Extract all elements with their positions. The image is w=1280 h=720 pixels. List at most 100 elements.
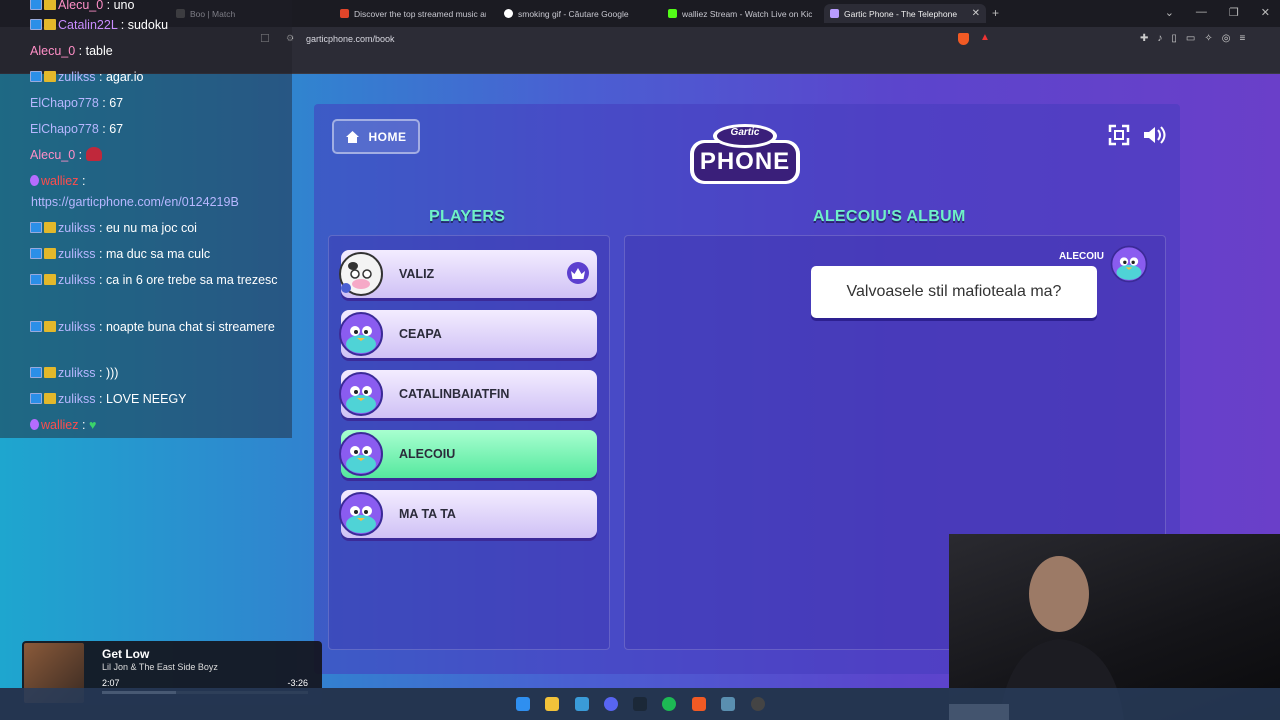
blue-badge-icon xyxy=(30,19,42,30)
crown-icon xyxy=(567,262,589,284)
chat-separator: : xyxy=(95,392,106,406)
player-name: CATALINBAIATFIN xyxy=(399,387,510,401)
player-card-ceapa: CEAPA xyxy=(339,310,597,358)
heart-icon: ♥ xyxy=(88,418,97,432)
windows-start-icon[interactable] xyxy=(516,697,530,711)
gold-badge-icon xyxy=(44,71,56,82)
obs-icon[interactable] xyxy=(751,697,765,711)
chat-username: Alecu_0 xyxy=(30,44,76,58)
song-title: Get Low xyxy=(102,647,150,661)
close-window-icon[interactable]: ✕ xyxy=(1261,6,1270,19)
tab-gartic[interactable]: Gartic Phone - The Telephone ✕ xyxy=(824,4,986,23)
chat-username: walliez xyxy=(41,418,79,432)
song-remaining: -3:26 xyxy=(287,678,308,688)
url-field[interactable]: garticphone.com/book xyxy=(306,34,395,44)
sidebar-icon[interactable]: ▯ xyxy=(1171,33,1177,44)
discord-icon[interactable] xyxy=(604,697,618,711)
player-name: MA TA TA xyxy=(399,507,456,521)
blue-badge-icon xyxy=(30,367,42,378)
sentence-bubble: Valvoasele stil mafioteala ma? xyxy=(811,266,1097,318)
bird-avatar-icon xyxy=(339,492,383,536)
player-name: ALECOIU xyxy=(399,447,456,461)
players-title: PLAYERS xyxy=(429,208,506,225)
tab-title: Discover the top streamed music an xyxy=(354,8,486,19)
menu-icon[interactable]: ≡ xyxy=(1239,33,1245,44)
tab-kick[interactable]: walliez Stream - Watch Live on Kick xyxy=(662,4,812,23)
chat-text: ma duc sa ma culc xyxy=(105,247,211,261)
tab-search-icon[interactable]: ⌄ xyxy=(1165,6,1174,19)
gold-badge-icon xyxy=(44,321,56,332)
store-icon[interactable] xyxy=(575,697,589,711)
chat-username: zulikss xyxy=(58,320,96,334)
steam-icon[interactable] xyxy=(633,697,647,711)
chat-text: ca in 6 ore trebe sa ma trezesc xyxy=(105,273,278,287)
home-icon xyxy=(345,130,359,143)
leo-ai-icon[interactable]: ✧ xyxy=(1204,33,1212,44)
wallet-icon[interactable]: ▭ xyxy=(1186,33,1195,44)
chat-message: Catalin22L : sudoku xyxy=(30,15,288,36)
spotify-icon[interactable] xyxy=(662,697,676,711)
chat-username: Alecu_0 xyxy=(58,0,104,12)
music-note-icon[interactable]: ♪ xyxy=(1157,33,1162,44)
chat-username: zulikss xyxy=(58,70,96,84)
chat-separator: : xyxy=(78,174,86,188)
chat-text: noapte buna chat si streamere xyxy=(105,320,275,334)
gold-badge-icon xyxy=(44,274,56,285)
vpn-icon[interactable]: ◎ xyxy=(1222,33,1231,44)
chat-text: eu nu ma joc coi xyxy=(105,221,197,235)
album-title: ALECOIU'S ALBUM xyxy=(813,208,966,225)
brave-icon[interactable] xyxy=(692,697,706,711)
gold-badge-icon xyxy=(44,367,56,378)
extension-icons: ✚ ♪ ▯ ▭ ✧ ◎ ≡ xyxy=(1140,33,1245,44)
home-button[interactable]: HOME xyxy=(332,119,420,154)
extensions-puzzle-icon[interactable]: ✚ xyxy=(1140,33,1148,44)
chat-message: zulikss : noapte buna chat si streamere xyxy=(30,317,288,338)
fullscreen-icon[interactable] xyxy=(1108,124,1130,146)
chat-username: ElChapo778 xyxy=(30,122,99,136)
volume-icon[interactable] xyxy=(1142,124,1166,146)
chat-username: ElChapo778 xyxy=(30,96,99,110)
chat-username: Catalin22L xyxy=(58,18,118,32)
bird-avatar-icon xyxy=(339,372,383,416)
kick-favicon-icon xyxy=(668,9,677,18)
chat-username: zulikss xyxy=(58,247,96,261)
chat-message: https://garticphone.com/en/0124219B xyxy=(31,192,289,213)
chat-separator: : xyxy=(95,221,106,235)
bird-avatar-icon xyxy=(339,312,383,356)
minimize-icon[interactable]: — xyxy=(1196,6,1207,19)
chat-username: walliez xyxy=(41,174,79,188)
chat-separator: : xyxy=(95,320,106,334)
album-sentence: Valvoasele stil mafioteala ma? xyxy=(846,283,1062,300)
google-favicon-icon xyxy=(504,9,513,18)
file-explorer-icon[interactable] xyxy=(545,697,559,711)
chat-separator: : xyxy=(95,70,106,84)
cow-avatar-icon xyxy=(339,252,383,296)
player-name: CEAPA xyxy=(399,327,442,341)
chat-separator: : xyxy=(117,18,128,32)
player-card-catalinbaiatfin: CATALINBAIATFIN xyxy=(339,370,597,418)
chat-message: zulikss : eu nu ma joc coi xyxy=(30,218,288,239)
brave-shield-icon[interactable] xyxy=(958,33,969,45)
gold-badge-icon xyxy=(44,19,56,30)
chat-separator: : xyxy=(98,122,110,136)
chat-message: ElChapo778 : 67 xyxy=(30,93,288,114)
chat-text: https://garticphone.com/en/0124219B xyxy=(31,195,239,209)
chat-separator: : xyxy=(95,247,106,261)
chat-username: zulikss xyxy=(58,392,96,406)
rewards-icon[interactable]: ▲ xyxy=(980,32,990,43)
new-tab-icon[interactable]: + xyxy=(992,6,999,20)
player-card-valiz: VALIZ xyxy=(339,250,597,298)
chat-text: agar.io xyxy=(105,70,144,84)
song-elapsed: 2:07 xyxy=(102,678,120,688)
app-icon[interactable] xyxy=(721,697,735,711)
taskbar xyxy=(0,688,1280,720)
gartic-phone-logo: Gartic PHONE xyxy=(686,122,804,192)
maximize-icon[interactable]: ❐ xyxy=(1229,6,1239,19)
chat-message: walliez : ♥ xyxy=(30,415,288,436)
gold-badge-icon xyxy=(44,222,56,233)
tab-music[interactable]: Discover the top streamed music an xyxy=(334,4,486,23)
tab-google[interactable]: smoking gif - Căutare Google xyxy=(498,4,648,23)
chat-separator: : xyxy=(95,366,106,380)
album-author: ALECOIU xyxy=(1059,251,1104,262)
close-tab-icon[interactable]: ✕ xyxy=(972,8,980,19)
